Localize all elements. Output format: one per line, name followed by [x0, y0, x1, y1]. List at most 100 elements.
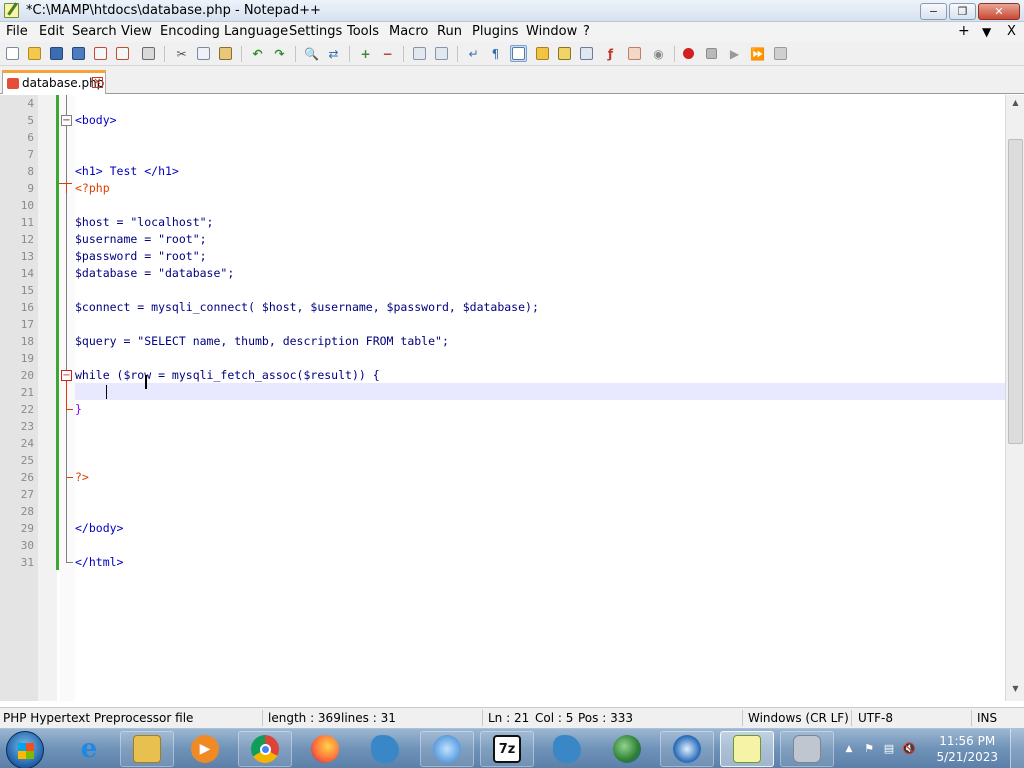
paste-icon[interactable] — [217, 45, 234, 62]
bookmark-margin[interactable] — [38, 95, 57, 701]
status-eol-format[interactable]: Windows (CR LF) — [748, 711, 849, 725]
close-file-icon[interactable] — [92, 45, 109, 62]
find-icon[interactable]: 🔍 — [303, 45, 320, 62]
close-button[interactable]: ✕ — [978, 3, 1020, 20]
close-tab-icon[interactable]: X — [1007, 24, 1016, 39]
cut-icon[interactable]: ✂ — [173, 45, 190, 62]
record-macro-icon[interactable] — [680, 45, 697, 62]
vertical-scrollbar[interactable]: ▲ ▼ — [1005, 95, 1024, 701]
notepadpp-app-icon[interactable] — [4, 3, 19, 18]
code-line: $password = "root"; — [75, 249, 207, 263]
new-file-icon[interactable] — [4, 45, 21, 62]
menu-language[interactable]: Language — [224, 24, 288, 39]
maximize-button[interactable]: ❐ — [949, 3, 976, 20]
windows-taskbar: e ▶ 7z ▲ ⚑ ▤ 🔇 11:56 PM 5/21/2023 — [0, 728, 1024, 768]
status-lines: lines : 31 — [341, 711, 396, 725]
notepadpp-icon — [733, 735, 761, 763]
taskbar-network-tool[interactable] — [420, 731, 474, 767]
fold-body-icon[interactable]: − — [61, 115, 72, 126]
tab-close-icon[interactable]: ✕ — [92, 77, 103, 88]
zoom-in-icon[interactable]: + — [357, 45, 374, 62]
line-number: 9 — [27, 182, 34, 195]
print-icon[interactable] — [140, 45, 157, 62]
line-number: 15 — [20, 284, 34, 297]
stop-recording-icon[interactable] — [703, 45, 720, 62]
monitoring-folder-icon[interactable] — [626, 45, 643, 62]
volume-muted-icon[interactable]: 🔇 — [902, 742, 916, 756]
line-number: 10 — [20, 199, 34, 212]
taskbar-mysql-workbench[interactable] — [358, 731, 412, 767]
status-insert-mode[interactable]: INS — [977, 711, 997, 725]
status-bar: PHP Hypertext Preprocessor file length :… — [0, 707, 1024, 728]
close-all-icon[interactable] — [114, 45, 131, 62]
scroll-up-arrow-icon[interactable]: ▲ — [1008, 98, 1023, 112]
word-wrap-icon[interactable]: ↵ — [465, 45, 482, 62]
taskbar-mamp[interactable] — [780, 731, 834, 767]
add-tab-icon[interactable]: + — [958, 23, 970, 39]
menu-tools[interactable]: Tools — [347, 24, 379, 39]
undo-icon[interactable]: ↶ — [249, 45, 266, 62]
action-center-flag-icon[interactable]: ⚑ — [862, 742, 876, 756]
minimize-button[interactable]: − — [920, 3, 947, 20]
taskbar-file-explorer[interactable] — [120, 731, 174, 767]
save-icon[interactable] — [48, 45, 65, 62]
scrollbar-thumb[interactable] — [1008, 139, 1023, 444]
run-macro-multiple-icon[interactable]: ⏩ — [749, 45, 766, 62]
show-desktop-button[interactable] — [1010, 729, 1024, 768]
user-defined-language-icon[interactable] — [534, 45, 551, 62]
menu-macro[interactable]: Macro — [389, 24, 428, 39]
save-all-icon[interactable] — [70, 45, 87, 62]
taskbar-globe-app[interactable] — [600, 731, 654, 767]
taskbar-chrome[interactable] — [238, 731, 292, 767]
scroll-down-arrow-icon[interactable]: ▼ — [1008, 684, 1023, 698]
indent-guide-icon[interactable] — [510, 45, 527, 62]
menu-plugins[interactable]: Plugins — [472, 24, 519, 39]
menu-file[interactable]: File — [6, 24, 28, 39]
menu-window[interactable]: Window — [526, 24, 577, 39]
open-file-icon[interactable] — [26, 45, 43, 62]
taskbar-notepad-plus-plus[interactable] — [720, 731, 774, 767]
taskbar-thunderbird[interactable] — [660, 731, 714, 767]
clock[interactable]: 11:56 PM 5/21/2023 — [936, 733, 998, 765]
line-number: 14 — [20, 267, 34, 280]
menu-view[interactable]: View — [121, 24, 152, 39]
save-macro-icon[interactable] — [772, 45, 789, 62]
fold-while-icon[interactable]: − — [61, 370, 72, 381]
folder-as-workspace-icon[interactable]: ƒ — [602, 45, 619, 62]
function-list-icon[interactable] — [578, 45, 595, 62]
line-number: 30 — [20, 539, 34, 552]
line-number: 17 — [20, 318, 34, 331]
document-map-icon[interactable] — [556, 45, 573, 62]
show-hidden-icons-icon[interactable]: ▲ — [842, 742, 856, 756]
sync-vertical-scroll-icon[interactable] — [411, 45, 428, 62]
code-line: </html> — [75, 555, 124, 569]
taskbar-internet-explorer[interactable]: e — [62, 731, 116, 767]
taskbar-firefox[interactable] — [298, 731, 352, 767]
redo-icon[interactable]: ↷ — [271, 45, 288, 62]
taskbar-media-player[interactable]: ▶ — [178, 731, 232, 767]
taskbar-mysql[interactable] — [540, 731, 594, 767]
menu-help[interactable]: ? — [583, 24, 590, 39]
taskbar-7zip[interactable]: 7z — [480, 731, 534, 767]
line-number: 18 — [20, 335, 34, 348]
status-encoding[interactable]: UTF-8 — [858, 711, 893, 725]
menu-settings[interactable]: Settings — [289, 24, 342, 39]
tab-list-dropdown-icon[interactable]: ▼ — [982, 25, 991, 39]
menu-encoding[interactable]: Encoding — [160, 24, 220, 39]
monitoring-eye-icon[interactable]: ◉ — [650, 45, 667, 62]
menu-edit[interactable]: Edit — [39, 24, 64, 39]
zoom-out-icon[interactable]: − — [379, 45, 396, 62]
show-all-characters-icon[interactable]: ¶ — [487, 45, 504, 62]
replace-icon[interactable]: ⇄ — [325, 45, 342, 62]
network-icon[interactable]: ▤ — [882, 742, 896, 756]
menu-search[interactable]: Search — [72, 24, 117, 39]
sync-horizontal-scroll-icon[interactable] — [433, 45, 450, 62]
menu-run[interactable]: Run — [437, 24, 462, 39]
code-editor[interactable]: − − 4 5 <body> 6 7 8 <h1> Test </h1> 9 <… — [0, 95, 1005, 701]
copy-icon[interactable] — [195, 45, 212, 62]
start-button[interactable] — [6, 731, 44, 768]
tab-database-php[interactable]: database.php ✕ — [2, 70, 106, 94]
thunderbird-icon — [673, 735, 701, 763]
playback-macro-icon[interactable]: ▶ — [726, 45, 743, 62]
fold-margin[interactable] — [60, 95, 75, 701]
